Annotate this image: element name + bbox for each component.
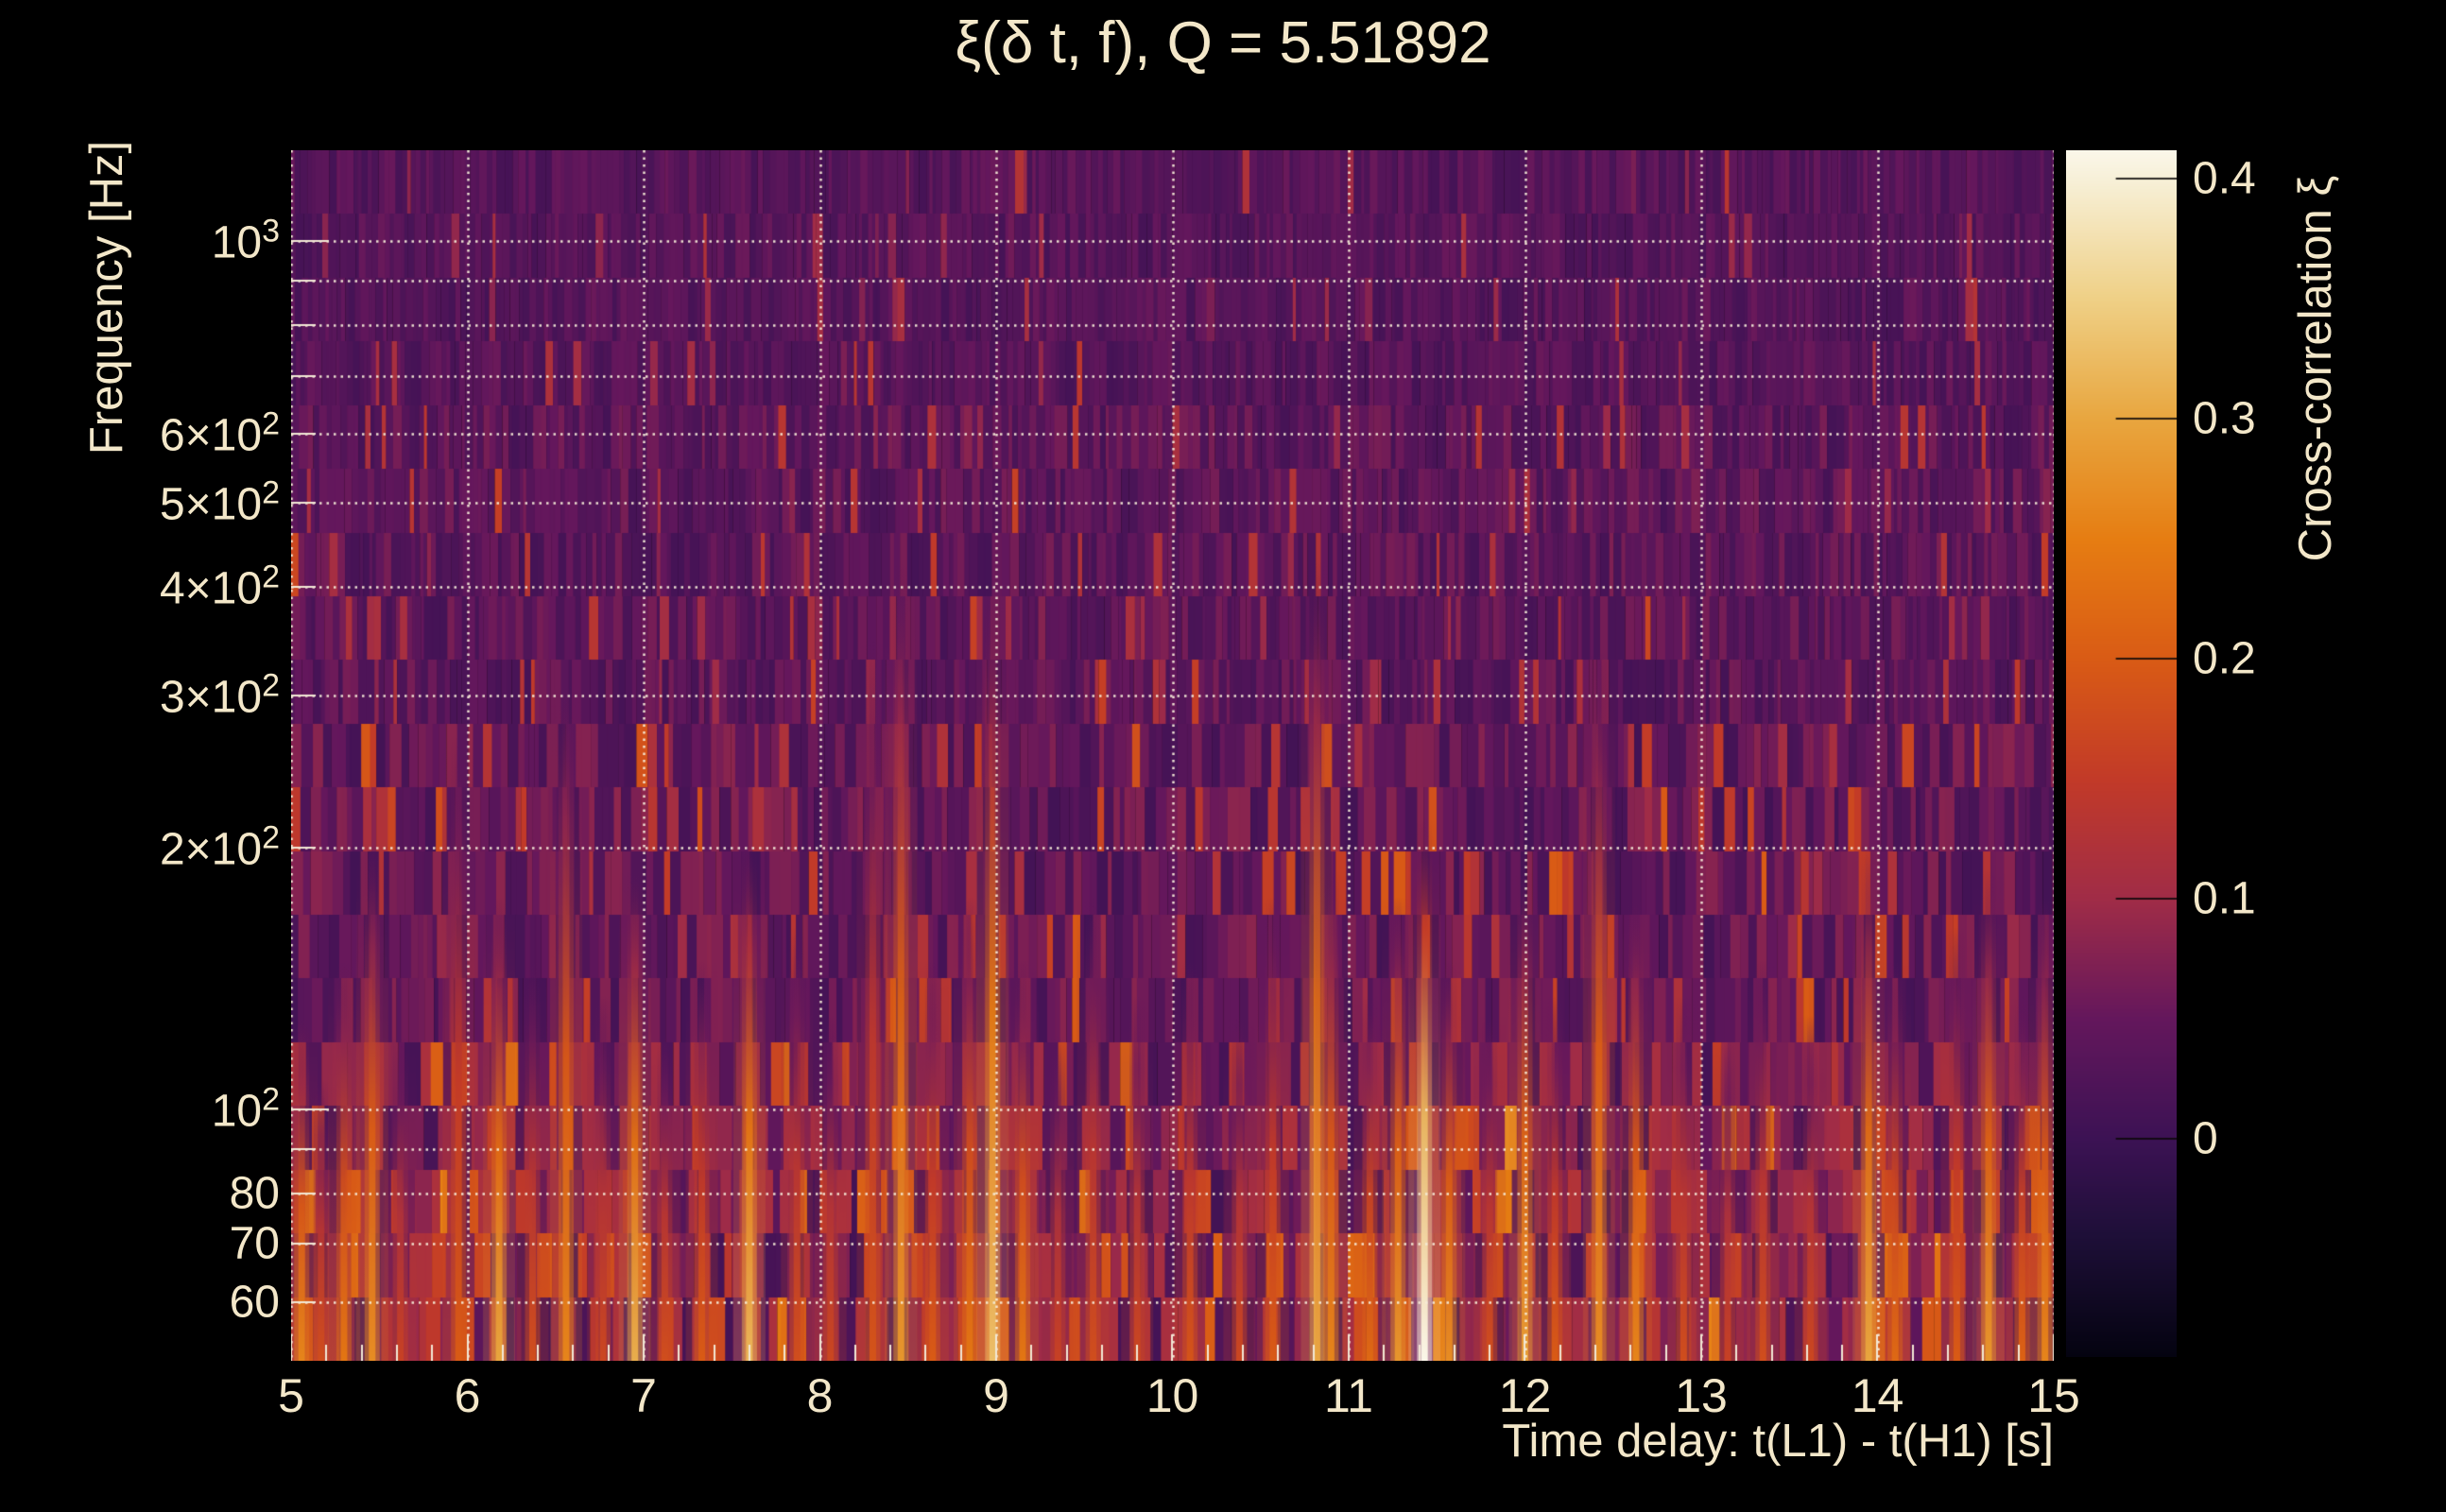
- y-tick-label: 4×102: [0, 558, 280, 614]
- x-tick-label: 7: [630, 1368, 657, 1423]
- y-tick-label: 80: [0, 1167, 280, 1219]
- x-tick-label: 13: [1675, 1368, 1728, 1423]
- x-tick-label: 6: [455, 1368, 481, 1423]
- y-tick-label: 5×102: [0, 474, 280, 530]
- x-tick-label: 8: [807, 1368, 834, 1423]
- x-tick-label: 15: [2027, 1368, 2080, 1423]
- colorbar-tick-label: 0: [2193, 1112, 2218, 1164]
- y-tick-label: 60: [0, 1276, 280, 1328]
- y-tick-label: 70: [0, 1218, 280, 1270]
- colorbar-tick-label: 0.3: [2193, 393, 2256, 445]
- colorbar-title: Cross-correlation ξ: [2289, 85, 2342, 652]
- colorbar-gradient: [2066, 150, 2177, 1357]
- y-tick-label: 2×102: [0, 820, 280, 876]
- x-tick-label: 11: [1324, 1368, 1373, 1423]
- chart-title: ξ(δ t, f), Q = 5.51892: [0, 9, 2446, 77]
- y-tick-label: 6×102: [0, 406, 280, 462]
- x-tick-label: 14: [1852, 1368, 1904, 1423]
- spectrogram-heatmap: [291, 150, 2054, 1361]
- y-tick-label: 102: [0, 1081, 280, 1137]
- colorbar-tick-label: 0.4: [2193, 153, 2256, 205]
- x-tick-label: 5: [278, 1368, 304, 1423]
- y-tick-label: 3×102: [0, 667, 280, 723]
- y-tick-label: 103: [0, 214, 280, 269]
- x-tick-label: 12: [1499, 1368, 1552, 1423]
- x-tick-label: 10: [1146, 1368, 1199, 1423]
- colorbar-tick-label: 0.1: [2193, 873, 2256, 925]
- x-tick-label: 9: [983, 1368, 1009, 1423]
- colorbar-tick-label: 0.2: [2193, 633, 2256, 685]
- figure: ξ(δ t, f), Q = 5.51892 Frequency [Hz] Ti…: [0, 0, 2446, 1512]
